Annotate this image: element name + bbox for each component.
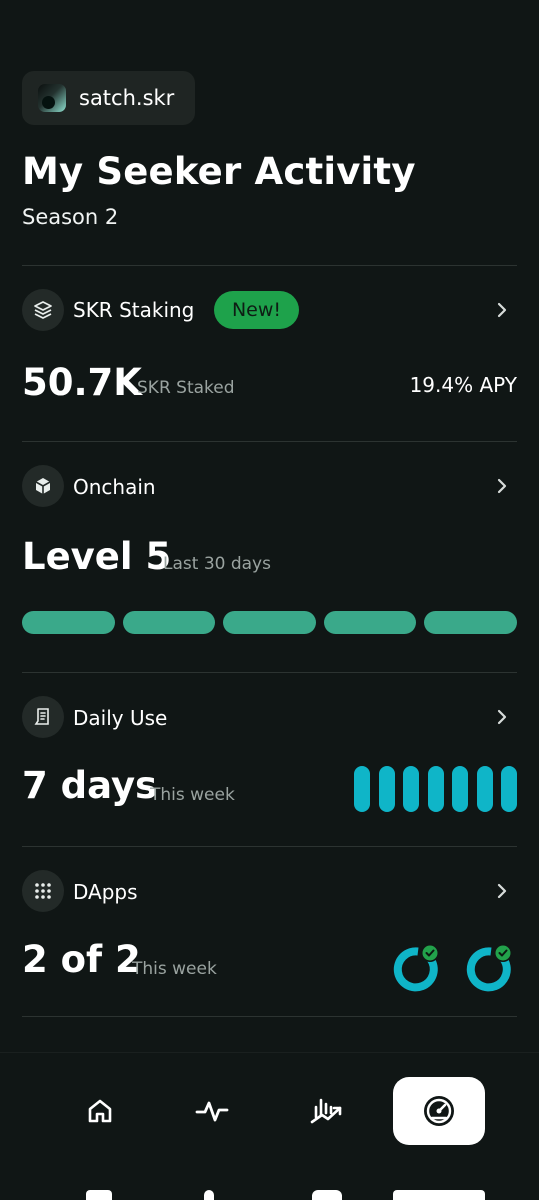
level-segment	[223, 611, 316, 634]
cube-icon	[22, 465, 64, 507]
nav-markets[interactable]	[280, 1077, 372, 1145]
day-pill	[354, 766, 370, 812]
grid-icon	[22, 870, 64, 912]
onchain-level: Level 5	[22, 535, 172, 578]
avatar	[38, 84, 66, 112]
divider	[22, 1016, 517, 1017]
staked-label: SKR Staked	[137, 378, 235, 398]
chevron-right-icon[interactable]	[492, 476, 512, 496]
day-pill	[501, 766, 517, 812]
daily-use-period: This week	[150, 785, 235, 805]
nav-seeker[interactable]	[393, 1077, 485, 1145]
onchain-period: Last 30 days	[163, 554, 271, 574]
staking-section[interactable]: SKR Staking New! 50.7K SKR Staked 19.4% …	[0, 265, 539, 442]
bottom-peek	[393, 1190, 485, 1200]
day-pill	[476, 766, 493, 812]
dapp-progress-ring	[393, 944, 439, 992]
home-icon	[88, 1099, 112, 1123]
onchain-section[interactable]: Onchain Level 5 Last 30 days	[0, 441, 539, 673]
bottom-peek	[204, 1190, 214, 1200]
page-title: My Seeker Activity	[22, 150, 416, 193]
app-root: satch.skr My Seeker Activity Season 2 SK…	[0, 0, 539, 1200]
nav-activity[interactable]	[166, 1077, 258, 1145]
layers-icon	[22, 289, 64, 331]
staking-label: SKR Staking	[73, 298, 195, 322]
apy-value: 19.4% APY	[409, 373, 517, 397]
staked-amount: 50.7K	[22, 361, 142, 404]
onchain-label: Onchain	[73, 475, 156, 499]
chevron-right-icon[interactable]	[492, 881, 512, 901]
pulse-icon	[195, 1101, 229, 1122]
season-label: Season 2	[22, 205, 119, 229]
dapps-section[interactable]: DApps 2 of 2 This week	[0, 846, 539, 1016]
bottom-peek	[312, 1190, 342, 1200]
dapps-label: DApps	[73, 880, 138, 904]
chevron-right-icon[interactable]	[492, 707, 512, 727]
user-chip[interactable]: satch.skr	[22, 71, 195, 125]
gauge-icon	[424, 1096, 454, 1126]
dapps-value: 2 of 2	[22, 938, 141, 981]
chevron-right-icon[interactable]	[492, 300, 512, 320]
dapps-period: This week	[132, 959, 217, 979]
day-pill	[378, 766, 395, 812]
day-pill	[452, 766, 468, 812]
day-pill	[403, 766, 419, 812]
chart-icon	[310, 1098, 342, 1124]
calendar-icon	[22, 696, 64, 738]
new-badge: New!	[214, 291, 299, 329]
daily-use-label: Daily Use	[73, 706, 168, 730]
level-segment	[22, 611, 115, 634]
dapp-progress-ring	[466, 944, 512, 992]
nav-home[interactable]	[54, 1077, 146, 1145]
level-segment	[424, 611, 517, 634]
daily-use-value: 7 days	[22, 764, 158, 807]
daily-use-section[interactable]: Daily Use 7 days This week	[0, 672, 539, 846]
nav-divider	[0, 1052, 539, 1053]
user-name: satch.skr	[79, 86, 175, 110]
day-pill	[427, 766, 444, 812]
level-segment	[122, 611, 216, 634]
level-segment	[323, 611, 417, 634]
bottom-peek	[86, 1190, 112, 1200]
